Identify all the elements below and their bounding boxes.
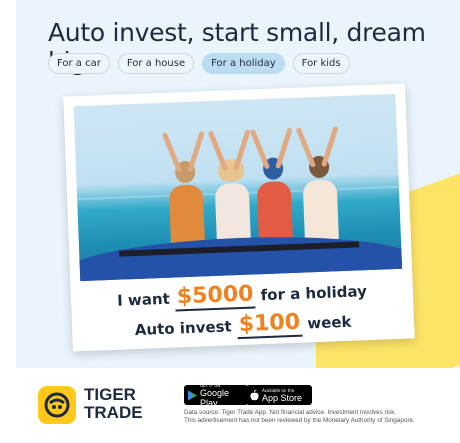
google-badge-big: Google Play (199, 387, 230, 408)
invest-amount: $100 (236, 309, 303, 340)
photo-card: I want $5000 for a holiday Auto invest $… (63, 83, 415, 352)
hero-banner: Auto invest, start small, dream big For … (16, 0, 460, 368)
chip-for-kids[interactable]: For kids (292, 53, 350, 74)
person-4 (295, 125, 339, 243)
apple-badge-big: App Store (262, 392, 303, 403)
caption-line2-suffix: week (306, 312, 352, 333)
goal-amount: $5000 (174, 281, 256, 312)
brand-line1: TIGER (84, 385, 136, 404)
google-play-badge[interactable]: GET IT ON Google Play (184, 383, 248, 408)
goal-chip-group: For a car For a house For a holiday For … (48, 53, 350, 74)
footer: TIGER TRADE GET IT ON Google Play Availa… (0, 378, 460, 443)
brand-name: TIGER TRADE (84, 386, 143, 422)
brand-line2: TRADE (84, 403, 143, 422)
caption-line1-suffix: for a holiday (260, 282, 368, 305)
tiger-trade-logo[interactable] (38, 386, 76, 424)
person-2 (207, 129, 252, 246)
chip-for-a-car[interactable]: For a car (48, 53, 110, 74)
app-store-badge[interactable]: Available on the App Store (246, 385, 312, 405)
holiday-photo (73, 93, 403, 282)
chip-for-a-house[interactable]: For a house (117, 53, 195, 74)
person-1 (161, 130, 206, 248)
chip-for-a-holiday[interactable]: For a holiday (202, 53, 285, 74)
disclaimer: Data source: Tiger Trade App. Not financ… (184, 409, 454, 425)
person-3 (249, 127, 294, 245)
tiger-logo-icon (44, 392, 70, 418)
google-play-icon (188, 390, 197, 400)
caption-line1-prefix: I want (116, 289, 171, 310)
caption-line2-prefix: Auto invest (134, 317, 233, 340)
disclaimer-line1: Data source: Tiger Trade App. Not financ… (184, 409, 397, 416)
disclaimer-line2: This advertisement has not been reviewed… (184, 417, 415, 424)
apple-icon (250, 389, 259, 400)
